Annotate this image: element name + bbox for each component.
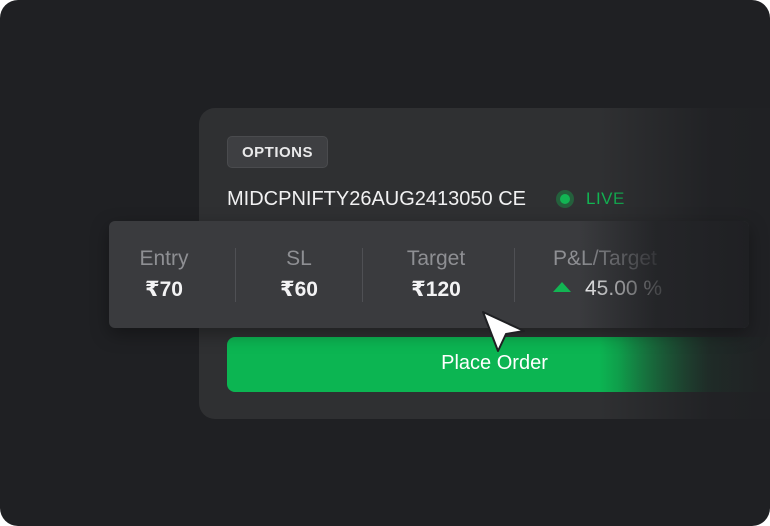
triangle-up-icon (553, 282, 571, 292)
stat-sl-label: SL (286, 247, 312, 270)
place-order-label: Place Order (441, 352, 548, 374)
stat-entry: Entry ₹70 (109, 247, 219, 302)
stat-divider (514, 248, 515, 302)
instrument-type-badge: OPTIONS (227, 136, 329, 168)
live-status-label: LIVE (586, 189, 625, 208)
stat-entry-value: ₹70 (145, 278, 183, 301)
stat-target: Target ₹120 (371, 247, 501, 302)
stat-target-value: ₹120 (411, 278, 461, 301)
stat-pnl-value: 45.00 % (585, 277, 663, 300)
trade-stats-panel: Entry ₹70 SL ₹60 Target ₹120 P&L/Target … (109, 221, 749, 328)
stat-divider (362, 248, 363, 302)
mouse-pointer-icon (482, 311, 525, 352)
stat-entry-label: Entry (139, 247, 189, 270)
instrument-symbol: MIDCPNIFTY26AUG2413050 CE (227, 188, 527, 210)
app-frame: OPTIONS MIDCPNIFTY26AUG2413050 CE LIVE P… (0, 0, 770, 526)
stat-sl: SL ₹60 (244, 247, 354, 302)
live-status-icon (556, 190, 574, 208)
stat-pnl-label: P&L/Target (553, 247, 657, 270)
stat-sl-value: ₹60 (280, 278, 318, 301)
stat-divider (235, 248, 236, 302)
stat-target-label: Target (406, 247, 466, 270)
stat-pnl-value-row: 45.00 % (553, 277, 749, 301)
stat-pnl: P&L/Target 45.00 % (553, 247, 749, 301)
